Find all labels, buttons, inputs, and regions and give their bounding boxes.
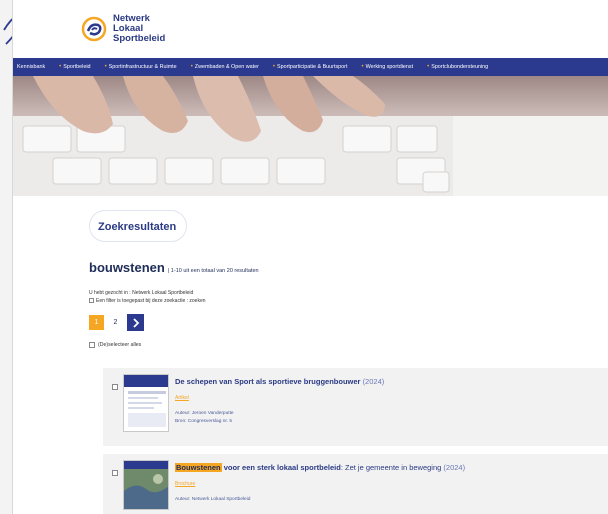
bullet-icon: • (272, 64, 276, 70)
site-header: Netwerk Lokaal Sportbeleid (13, 0, 608, 58)
search-scope: U hebt gezocht in : Netwerk Lokaal Sport… (89, 290, 194, 296)
nav-label: Werking sportdienst (365, 64, 414, 70)
search-info: U hebt gezocht in : Netwerk Lokaal Sport… (89, 289, 608, 305)
result-checkbox[interactable] (112, 470, 118, 476)
query-term: bouwstenen (89, 260, 165, 275)
search-results-content: Zoekresultaten bouwstenen | 1-10 uit een… (13, 196, 608, 348)
bullet-icon: • (361, 64, 364, 70)
logo-line-3: Sportbeleid (113, 33, 166, 44)
nav-item-zwembaden[interactable]: • Zwembaden & Open water (191, 64, 259, 70)
result-year: (2024) (362, 377, 385, 386)
result-checkbox[interactable] (112, 384, 118, 390)
result-title[interactable]: De schepen van Sport als sportieve brugg… (175, 377, 601, 386)
query-summary: bouwstenen | 1-10 uit een totaal van 20 … (89, 260, 608, 275)
hero-image (13, 76, 608, 196)
result-item: Bouwstenen voor een sterk lokaal sportbe… (103, 454, 608, 514)
nav-label: Sportinfrastructuur & Ruimte (108, 64, 177, 70)
page: Netwerk Lokaal Sportbeleid Kennisbank • S… (12, 0, 608, 514)
result-title[interactable]: Bouwstenen voor een sterk lokaal sportbe… (175, 463, 601, 472)
nav-label: Sportbeleid (63, 64, 91, 70)
result-type-tag[interactable]: Artikel (175, 395, 189, 401)
select-all-checkbox[interactable] (89, 342, 95, 348)
bullet-icon: • (190, 64, 193, 70)
result-body: Bouwstenen voor een sterk lokaal sportbe… (175, 463, 601, 504)
pagination: 1 2 (89, 314, 608, 331)
chevron-right-icon (132, 317, 139, 328)
filter-info: Een filter is toegepast bij deze zoekact… (89, 297, 608, 305)
nav-item-werking-sportdienst[interactable]: • Werking sportdienst (361, 64, 413, 70)
result-source: Bron: Congresverslag nr. 5 (175, 419, 233, 424)
nav-item-sportinfrastructuur[interactable]: • Sportinfrastructuur & Ruimte (105, 64, 177, 70)
result-count: | 1-10 uit een totaal van 20 resultaten (167, 268, 259, 274)
keyboard-hands-illustration (13, 76, 608, 196)
page-1-button[interactable]: 1 (89, 315, 104, 330)
nav-item-sportbeleid[interactable]: • Sportbeleid (59, 64, 90, 70)
nav-item-sportparticipatie[interactable]: • Sportparticipatie & Buurtsport (273, 64, 348, 70)
logo-text: Netwerk Lokaal Sportbeleid (113, 14, 165, 44)
logo-swirl-icon (81, 16, 107, 42)
bullet-icon: • (59, 64, 62, 70)
result-author: Auteur: Jeroen Vanderputte (175, 411, 234, 416)
bullet-icon: • (427, 64, 430, 70)
site-logo[interactable]: Netwerk Lokaal Sportbeleid (81, 14, 165, 44)
document-cover-icon (124, 375, 168, 427)
result-type-tag[interactable]: Brochure (175, 481, 195, 487)
nav-label: Kennisbank (17, 64, 46, 70)
page-title-pill: Zoekresultaten (89, 210, 188, 242)
page-title: Zoekresultaten (98, 221, 177, 233)
result-thumbnail[interactable] (123, 374, 169, 432)
result-year: (2024) (443, 463, 466, 472)
bullet-icon: • (104, 64, 107, 70)
select-all-label: (De)selecteer alles (98, 342, 142, 348)
result-thumbnail[interactable] (123, 460, 169, 510)
filter-checkbox[interactable] (89, 298, 94, 304)
result-title-text: voor een sterk lokaal sportbeleid (223, 463, 341, 472)
brochure-cover-icon (124, 461, 168, 509)
result-title-highlight: Bouwstenen (175, 463, 222, 472)
nav-label: Sportclubondersteuning (431, 64, 489, 70)
select-all[interactable]: (De)selecteer alles (89, 342, 608, 348)
result-meta: Auteur: Jeroen Vanderputte Bron: Congres… (175, 410, 601, 426)
nav-item-kennisbank[interactable]: Kennisbank (17, 64, 45, 70)
result-title-text: De schepen van Sport als sportieve brugg… (175, 377, 361, 386)
next-page-button[interactable] (127, 314, 144, 331)
result-subtitle: : Zet je gemeente in beweging (340, 463, 442, 472)
nav-label: Zwembaden & Open water (194, 64, 259, 70)
result-author: Auteur: Netwerk Lokaal Sportbeleid (175, 497, 251, 502)
nav-label: Sportparticipatie & Buurtsport (277, 64, 348, 70)
page-2-button[interactable]: 2 (108, 315, 123, 330)
result-meta: Auteur: Netwerk Lokaal Sportbeleid (175, 496, 601, 504)
result-body: De schepen van Sport als sportieve brugg… (175, 377, 601, 426)
nav-item-sportclubondersteuning[interactable]: • Sportclubondersteuning (427, 64, 488, 70)
result-item: De schepen van Sport als sportieve brugg… (103, 368, 608, 446)
filter-text: Een filter is toegepast bij deze zoekact… (96, 298, 206, 304)
main-nav: Kennisbank • Sportbeleid • Sportinfrastruc… (13, 58, 608, 76)
